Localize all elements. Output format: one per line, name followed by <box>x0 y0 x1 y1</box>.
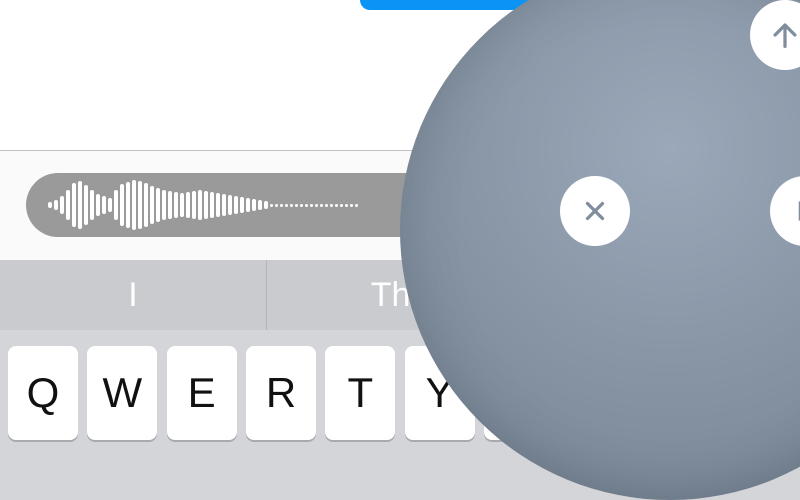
waveform-bar <box>252 199 256 211</box>
waveform-bar <box>228 195 232 215</box>
waveform-bar <box>222 194 226 216</box>
waveform-bar <box>102 196 106 214</box>
waveform-dot <box>310 204 313 207</box>
x-icon <box>580 196 610 226</box>
waveform-dot <box>330 204 333 207</box>
waveform-bar <box>78 181 82 229</box>
key-r[interactable]: R <box>246 346 316 440</box>
waveform-bar <box>156 188 160 222</box>
waveform-dot <box>335 204 338 207</box>
waveform-dot <box>325 204 328 207</box>
waveform-bar <box>144 183 148 227</box>
waveform-dot <box>275 204 278 207</box>
waveform-dot <box>290 204 293 207</box>
waveform-bar <box>174 192 178 218</box>
waveform-bar <box>216 193 220 217</box>
waveform-dot <box>345 204 348 207</box>
waveform-bar <box>180 193 184 217</box>
waveform-dot <box>320 204 323 207</box>
key-t[interactable]: T <box>325 346 395 440</box>
waveform-bar <box>84 185 88 225</box>
waveform-dot <box>315 204 318 207</box>
waveform-bar <box>246 198 250 212</box>
waveform-bar <box>162 190 166 220</box>
key-q[interactable]: Q <box>8 346 78 440</box>
waveform-bar <box>108 198 112 212</box>
waveform-bar <box>60 196 64 214</box>
waveform-bar <box>138 181 142 229</box>
waveform-bar <box>258 200 262 210</box>
waveform-bar <box>192 191 196 219</box>
waveform-bar <box>54 200 58 210</box>
waveform-bar <box>120 184 124 226</box>
waveform-dot <box>340 204 343 207</box>
cancel-audio-button[interactable] <box>560 176 630 246</box>
arrow-up-icon <box>768 18 800 52</box>
waveform-bar <box>186 192 190 218</box>
waveform-bar <box>72 183 76 227</box>
waveform-bar <box>264 201 268 209</box>
audio-waveform <box>48 173 360 237</box>
waveform-dot <box>305 204 308 207</box>
waveform-bar <box>114 190 118 220</box>
waveform-dot <box>280 204 283 207</box>
waveform-bar <box>234 196 238 214</box>
waveform-dot <box>285 204 288 207</box>
waveform-bar <box>90 190 94 220</box>
waveform-bar <box>198 190 202 220</box>
waveform-dot <box>355 204 358 207</box>
play-audio-button[interactable] <box>770 176 800 246</box>
messaging-screen: This a test mes 0:00 IThe QWERTYUIOP <box>0 0 800 500</box>
predictive-suggestion[interactable]: I <box>0 260 267 330</box>
play-icon <box>790 196 800 226</box>
send-audio-button[interactable] <box>750 0 800 70</box>
waveform-dot <box>300 204 303 207</box>
waveform-bar <box>66 190 70 220</box>
waveform-dot <box>270 204 273 207</box>
waveform-bar <box>150 186 154 224</box>
waveform-bar <box>204 191 208 219</box>
waveform-bar <box>48 202 52 208</box>
waveform-bar <box>168 191 172 219</box>
waveform-bar <box>96 194 100 216</box>
waveform-dot <box>295 204 298 207</box>
waveform-bar <box>210 192 214 218</box>
key-e[interactable]: E <box>167 346 237 440</box>
key-w[interactable]: W <box>87 346 157 440</box>
waveform-bar <box>126 182 130 228</box>
waveform-dot <box>350 204 353 207</box>
waveform-bar <box>132 180 136 230</box>
waveform-bar <box>240 197 244 213</box>
